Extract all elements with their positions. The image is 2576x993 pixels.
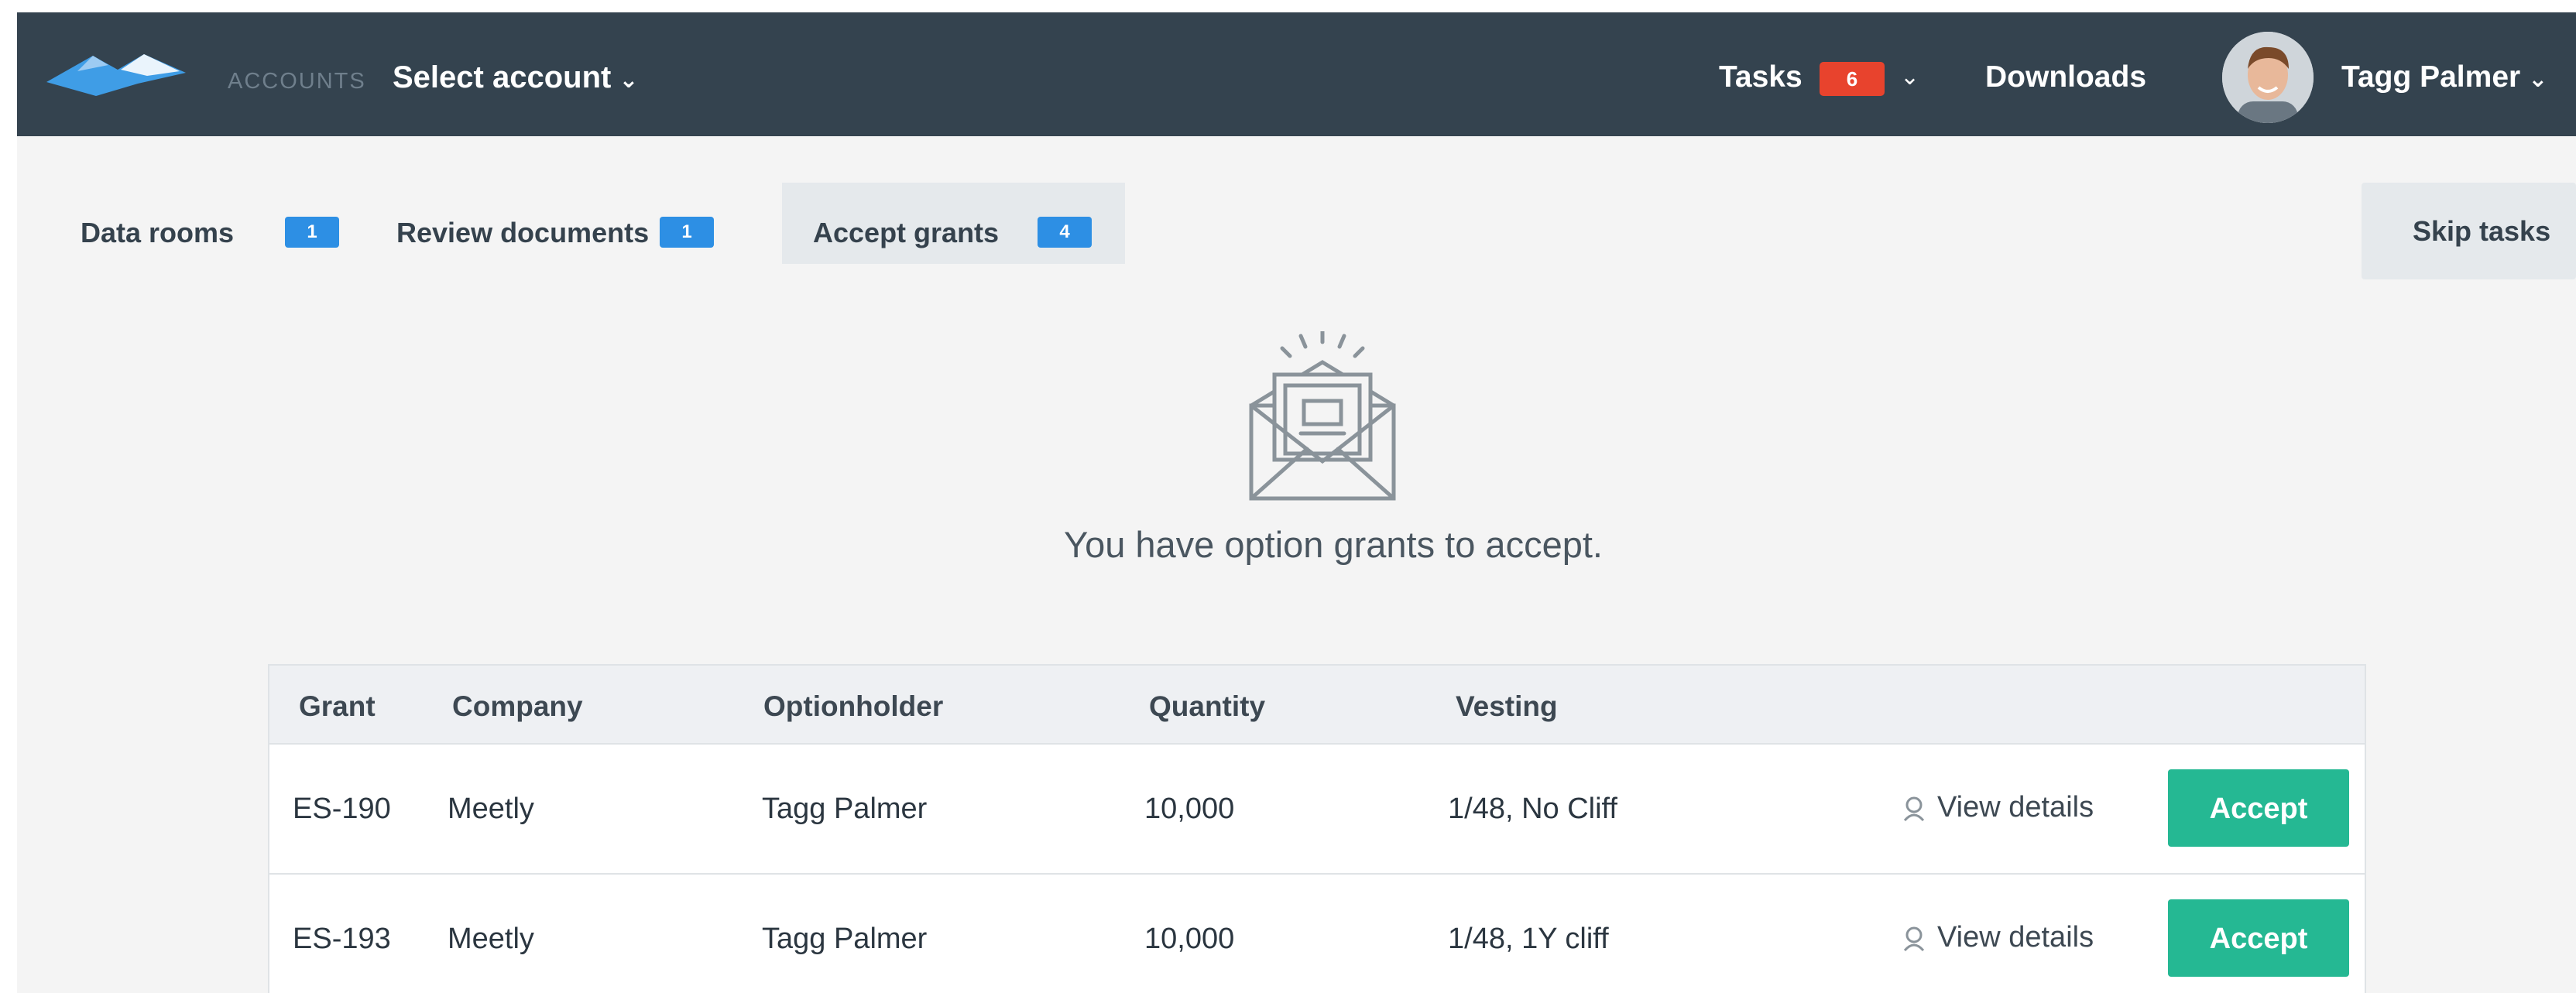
view-details-link[interactable]: View details (1903, 791, 2094, 824)
quantity: 10,000 (1144, 923, 1235, 955)
accept-button[interactable]: Accept (2168, 769, 2349, 847)
tab-label: Data rooms (81, 217, 235, 248)
tab-label: Accept grants (813, 217, 1000, 248)
logo-icon[interactable] (46, 42, 186, 96)
skip-tasks-label: Skip tasks (2413, 215, 2551, 247)
column-header-vesting: Vesting (1456, 690, 1558, 722)
user-icon (1903, 796, 1925, 821)
tab-count-badge: 1 (660, 217, 714, 248)
grant-id: ES-190 (293, 793, 391, 825)
optionholder-name: Tagg Palmer (762, 793, 928, 825)
grants-table: Grant Company Optionholder Quantity Vest… (268, 664, 2366, 993)
tab-count-badge: 1 (285, 217, 339, 248)
column-header-grant: Grant (299, 690, 376, 722)
table-row: ES-193 Meetly Tagg Palmer 10,000 1/48, 1… (269, 875, 2365, 993)
column-header-quantity: Quantity (1149, 690, 1266, 722)
table-row: ES-190 Meetly Tagg Palmer 10,000 1/48, N… (269, 745, 2365, 875)
tab-label: Review documents (396, 217, 650, 248)
chevron-down-icon: ⌄ (619, 67, 639, 93)
top-nav-bar: ACCOUNTS Select account ⌄ Tasks 6 ⌄ Downl… (17, 12, 2576, 136)
vesting: 1/48, No Cliff (1448, 793, 1617, 825)
accounts-label: ACCOUNTS (228, 69, 366, 94)
column-header-company: Company (452, 690, 583, 722)
tab-review-documents[interactable]: Review documents 1 (373, 183, 784, 264)
tab-count-badge: 4 (1038, 217, 1092, 248)
tab-accept-grants[interactable]: Accept grants 4 (782, 183, 1125, 264)
view-details-link[interactable]: View details (1903, 921, 2094, 954)
avatar[interactable] (2222, 32, 2314, 123)
empty-state-message: You have option grants to accept. (1064, 524, 1603, 565)
account-select[interactable]: Select account ⌄ (393, 60, 638, 95)
downloads-link[interactable]: Downloads (1985, 60, 2146, 94)
grant-id: ES-193 (293, 923, 391, 955)
app-frame: ACCOUNTS Select account ⌄ Tasks 6 ⌄ Downl… (17, 12, 2576, 993)
user-name: Tagg Palmer (2341, 60, 2521, 94)
user-menu[interactable]: Tagg Palmer ⌄ (2341, 60, 2547, 94)
view-details-label: View details (1937, 791, 2094, 824)
chevron-down-icon[interactable]: ⌄ (1900, 63, 1919, 91)
tab-data-rooms[interactable]: Data rooms 1 (63, 183, 358, 264)
accept-button[interactable]: Accept (2168, 899, 2349, 977)
company-name: Meetly (448, 923, 534, 955)
vesting: 1/48, 1Y cliff (1448, 923, 1609, 955)
view-details-label: View details (1937, 921, 2094, 954)
user-icon (1903, 926, 1925, 951)
optionholder-name: Tagg Palmer (762, 923, 928, 955)
tasks-count-badge[interactable]: 6 (1820, 62, 1885, 96)
chevron-down-icon: ⌄ (2528, 67, 2548, 92)
table-header: Grant Company Optionholder Quantity Vest… (269, 666, 2365, 745)
avatar-image (2222, 32, 2314, 123)
account-select-label: Select account (393, 60, 612, 94)
skip-tasks-button[interactable]: Skip tasks (2362, 183, 2576, 279)
tasks-menu[interactable]: Tasks (1719, 60, 1803, 94)
envelope-icon (1249, 331, 1396, 501)
quantity: 10,000 (1144, 793, 1235, 825)
company-name: Meetly (448, 793, 534, 825)
column-header-optionholder: Optionholder (763, 690, 944, 722)
